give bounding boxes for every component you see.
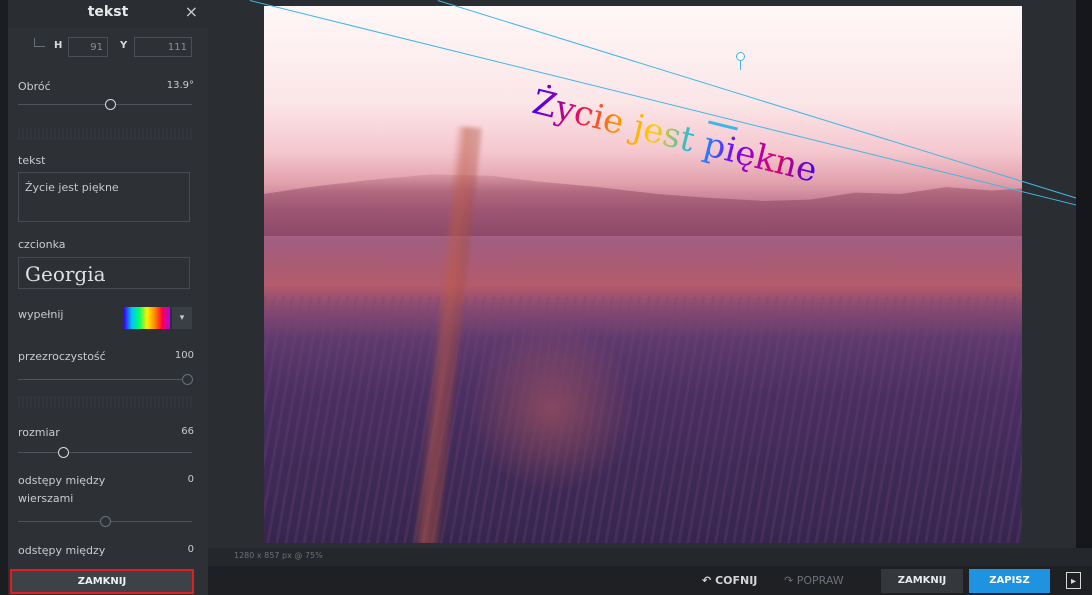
opacity-slider[interactable]: [18, 379, 192, 380]
rotation-handle[interactable]: [736, 52, 745, 61]
save-button[interactable]: ZAPISZ: [969, 569, 1050, 593]
line-spacing-label-2: wierszami: [18, 492, 74, 505]
line-spacing-slider-knob[interactable]: [100, 516, 111, 527]
size-slider-knob[interactable]: [58, 447, 69, 458]
size-label: rozmiar: [18, 426, 60, 439]
panel-close-button[interactable]: ZAMKNIJ: [10, 569, 194, 594]
divider: [18, 128, 192, 140]
opacity-slider-knob[interactable]: [182, 374, 193, 385]
redo-button[interactable]: ↷ POPRAW: [784, 574, 844, 587]
right-strip: [1076, 0, 1092, 548]
undo-button[interactable]: ↶ COFNIJ: [702, 574, 757, 587]
redo-icon: ↷: [784, 574, 794, 587]
panel-header: tekst ×: [8, 0, 208, 28]
line-spacing-value: 0: [187, 474, 194, 485]
rotation-handle-stem: [740, 60, 741, 70]
letter-spacing-label: odstępy między: [18, 544, 106, 557]
y-label: Y: [120, 40, 128, 51]
photo-canvas[interactable]: [264, 6, 1022, 543]
fill-color-swatch[interactable]: [124, 307, 170, 329]
opacity-label: przezroczystość: [18, 350, 106, 363]
line-spacing-label: odstępy między: [18, 474, 106, 487]
tree-line: [264, 174, 1022, 236]
h-input[interactable]: 91: [68, 37, 108, 57]
panel-title: tekst: [87, 4, 129, 20]
close-button[interactable]: ZAMKNIJ: [881, 569, 963, 593]
size-slider[interactable]: [18, 452, 192, 453]
divider: [18, 396, 192, 408]
info-bar: 1280 x 857 px @ 75%: [208, 548, 1092, 566]
image-info: 1280 x 857 px @ 75%: [234, 551, 323, 560]
fill-label: wypełnij: [18, 308, 64, 321]
text-label: tekst: [18, 154, 46, 167]
text-settings-panel: tekst × H 91 Y 111 Obróć 13.9° tekst Życ…: [8, 0, 208, 595]
font-select[interactable]: Georgia: [18, 257, 190, 289]
text-input[interactable]: Życie jest piękne: [18, 172, 190, 222]
rotate-slider-knob[interactable]: [105, 99, 116, 110]
opacity-value: 100: [174, 350, 194, 361]
chevron-down-icon[interactable]: ▾: [172, 307, 192, 329]
undo-label: COFNIJ: [715, 574, 758, 587]
h-label: H: [54, 40, 63, 51]
rotate-label: Obróć: [18, 80, 51, 93]
y-input[interactable]: 111: [134, 37, 192, 57]
size-value: 66: [181, 426, 194, 437]
rotate-value: 13.9°: [166, 80, 194, 91]
field-rows: [264, 296, 1022, 543]
letter-spacing-value: 0: [187, 544, 194, 555]
font-label: czcionka: [18, 238, 66, 251]
panel-toggle-icon[interactable]: ▸: [1066, 572, 1081, 589]
close-icon[interactable]: ×: [185, 2, 198, 21]
undo-icon: ↶: [702, 574, 712, 587]
corner-guide: [34, 38, 45, 47]
bottom-toolbar: ↶ COFNIJ ↷ POPRAW ZAMKNIJ ZAPISZ ▸: [208, 566, 1092, 595]
canvas-area: Życie jest piękne: [208, 0, 1092, 548]
redo-label: POPRAW: [796, 574, 844, 587]
